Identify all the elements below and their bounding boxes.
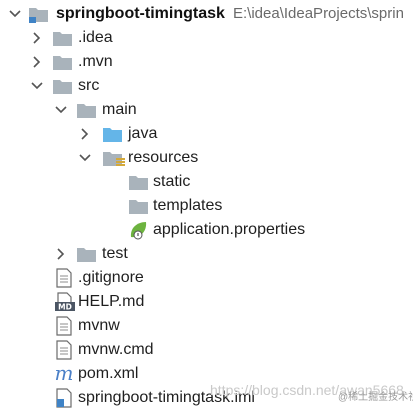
tree-item-label: application.properties [153,221,306,238]
root-project-path: E:\idea\IdeaProjects\sprin [233,5,404,22]
folder-icon [128,194,150,218]
tree-item-label: .gitignore [78,269,144,286]
chevron-down-icon[interactable] [78,146,92,170]
tree-row-main[interactable]: main [0,98,413,122]
folder-icon [52,50,74,74]
text-file-icon [54,338,76,362]
tree-item-label: src [78,77,100,94]
tree-row-src[interactable]: src [0,74,413,98]
tree-row-idea[interactable]: .idea [0,26,413,50]
tree-item-label: pom.xml [78,365,139,382]
tree-row-application-properties[interactable]: application.properties [0,218,413,242]
text-file-icon [54,314,76,338]
spring-leaf-icon [128,218,150,242]
resources-folder-icon [102,146,125,170]
folder-icon [128,170,150,194]
folder-icon [52,26,74,50]
tree-item-label: mvnw.cmd [78,341,154,358]
tree-item-label: templates [153,197,223,214]
chevron-down-icon[interactable] [54,98,68,122]
module-file-icon [54,386,76,410]
tree-item-label: resources [128,149,199,166]
text-file-icon [54,266,76,290]
tree-row-mvnw-cmd[interactable]: mvnw.cmd [0,338,413,362]
folder-icon [76,242,98,266]
tree-item-label: .idea [78,29,113,46]
tree-item-label: .mvn [78,53,113,70]
tree-row-root[interactable]: springboot-timingtask E:\idea\IdeaProjec… [0,2,413,26]
markdown-file-icon: MD [54,290,76,314]
root-project-name: springboot-timingtask [56,5,225,22]
chevron-down-icon[interactable] [8,2,22,26]
tree-row-test[interactable]: test [0,242,413,266]
module-folder-icon [28,2,50,26]
source-folder-icon [102,122,124,146]
tree-row-help-md[interactable]: MD HELP.md [0,290,413,314]
tree-row-mvnw[interactable]: mvnw [0,314,413,338]
chevron-right-icon[interactable] [30,26,44,50]
tree-item-label: HELP.md [78,293,145,310]
tree-row-java[interactable]: java [0,122,413,146]
chevron-down-icon[interactable] [30,74,44,98]
maven-icon-text: m [55,364,74,384]
tree-item-label: main [102,101,137,118]
chevron-right-icon[interactable] [54,242,68,266]
chevron-right-icon[interactable] [78,122,92,146]
folder-icon [52,74,74,98]
folder-icon [76,98,98,122]
tree-item-label: static [153,173,191,190]
md-icon-text: MD [58,303,72,312]
tree-row-gitignore[interactable]: .gitignore [0,266,413,290]
watermark-badge: @稀土掘金技术社区 [338,392,413,403]
tree-row-templates[interactable]: templates [0,194,413,218]
tree-item-label: test [102,245,128,262]
tree-item-label: mvnw [78,317,120,334]
tree-row-resources[interactable]: resources [0,146,413,170]
tree-row-mvn[interactable]: .mvn [0,50,413,74]
tree-row-static[interactable]: static [0,170,413,194]
project-tree: springboot-timingtask E:\idea\IdeaProjec… [0,0,413,408]
chevron-right-icon[interactable] [30,50,44,74]
tree-item-label: java [128,125,158,142]
maven-icon: m [54,362,76,386]
